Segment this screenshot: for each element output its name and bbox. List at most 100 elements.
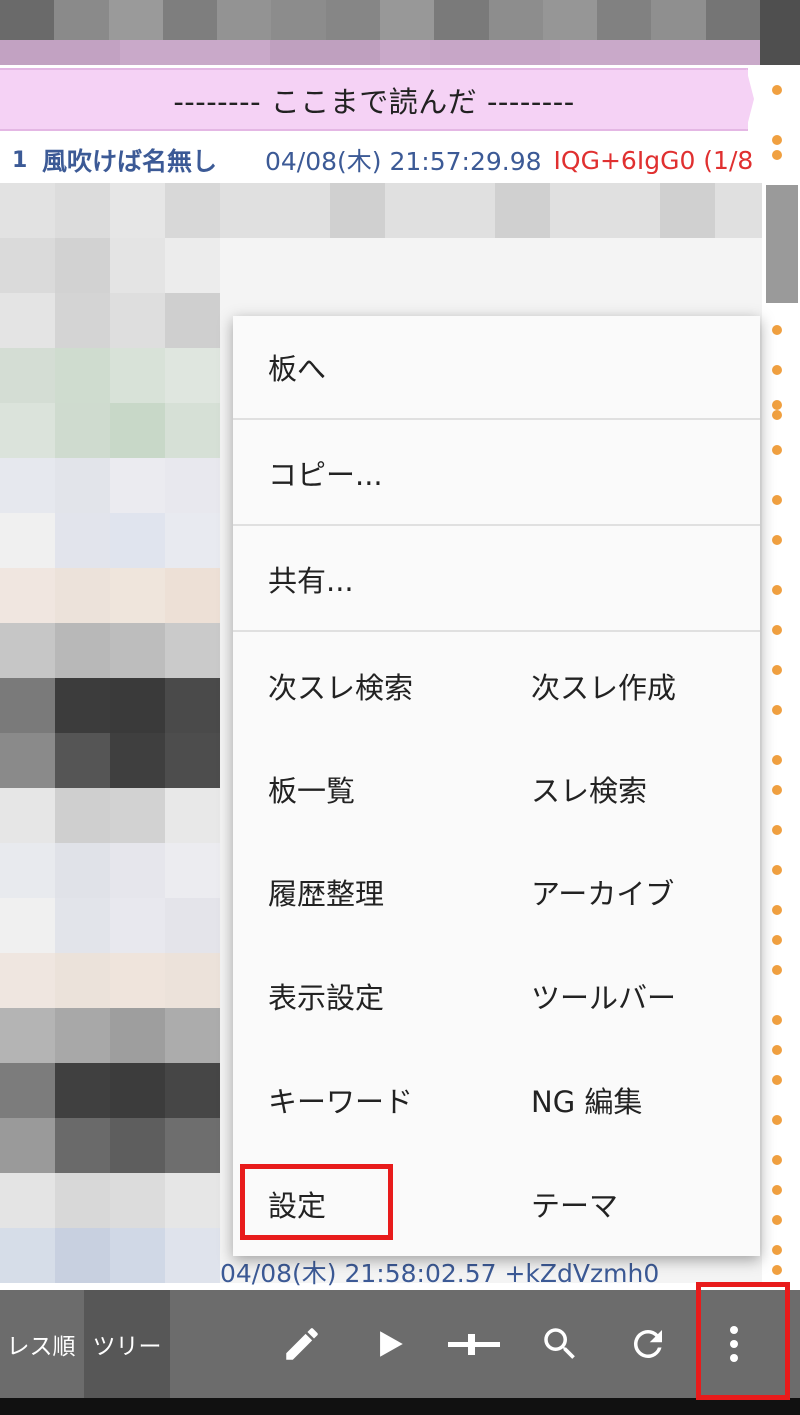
menu-item-display-settings[interactable]: 表示設定 <box>268 975 384 1017</box>
menu-item-thread-search[interactable]: スレ検索 <box>531 768 647 810</box>
rail-marker <box>772 85 782 95</box>
mosaic-cell <box>165 1173 220 1228</box>
rail-marker <box>772 905 782 915</box>
menu-item-archive[interactable]: アーカイブ <box>531 871 674 913</box>
rail-marker <box>772 445 782 455</box>
rail-marker <box>772 1115 782 1125</box>
menu-item-board-list[interactable]: 板一覧 <box>268 768 355 810</box>
rail-marker <box>772 785 782 795</box>
mosaic-cell <box>330 238 385 293</box>
mosaic-cell <box>0 293 55 348</box>
rail-marker <box>772 1045 782 1055</box>
mosaic-cell <box>165 678 220 733</box>
rail-marker <box>772 1015 782 1025</box>
mosaic-cell <box>55 1063 110 1118</box>
mosaic-cell <box>55 568 110 623</box>
post-author[interactable]: 風吹けば名無し <box>42 142 257 178</box>
mosaic-cell <box>0 568 55 623</box>
bottom-toolbar: レス順 ツリー <box>0 1290 800 1398</box>
next-post-header: 04/08(木) 21:58:02.57 +kZdVzmh0 <box>220 1252 760 1292</box>
rail-marker <box>772 1265 782 1275</box>
more-button-highlight-box <box>696 1282 790 1400</box>
menu-row-copy[interactable]: コピー... <box>233 422 760 526</box>
menu-item-ng-edit[interactable]: NG 編集 <box>531 1079 642 1121</box>
slider-icon[interactable] <box>444 1290 504 1398</box>
mosaic-cell <box>55 898 110 953</box>
mosaic-cell <box>275 238 330 293</box>
rail-marker <box>772 1155 782 1165</box>
menu-item-to-board[interactable]: 板へ <box>268 346 326 388</box>
menu-row-board[interactable]: 板へ <box>233 316 760 420</box>
mosaic-cell <box>110 568 165 623</box>
post-header[interactable]: 1 風吹けば名無し 04/08(木) 21:57:29.98 IQG+6IgG0… <box>0 137 755 183</box>
mosaic-cell <box>275 183 330 238</box>
rail-marker <box>772 865 782 875</box>
menu-item-next-thread-search[interactable]: 次スレ検索 <box>268 665 413 707</box>
mosaic-cell <box>55 1118 110 1173</box>
menu-row-board-list: 板一覧 スレ検索 <box>233 737 760 841</box>
menu-row-history: 履歴整理 アーカイブ <box>233 840 760 944</box>
mosaic-cell <box>0 623 55 678</box>
refresh-icon[interactable] <box>618 1290 678 1398</box>
mosaic-cell <box>165 623 220 678</box>
menu-row-keyword: キーワード NG 編集 <box>233 1048 760 1152</box>
menu-item-copy[interactable]: コピー... <box>268 452 383 494</box>
rail-marker <box>772 825 782 835</box>
rail-marker <box>772 755 782 765</box>
mosaic-cell <box>110 403 165 458</box>
rail-marker <box>772 135 782 145</box>
mosaic-cell <box>165 843 220 898</box>
rail-marker <box>772 535 782 545</box>
mosaic-cell <box>0 513 55 568</box>
search-icon[interactable] <box>530 1290 590 1398</box>
menu-item-toolbar[interactable]: ツールバー <box>531 975 676 1017</box>
mosaic-cell <box>220 238 275 293</box>
tab-tree[interactable]: ツリー <box>84 1290 170 1398</box>
blurred-title-bar <box>0 40 760 65</box>
mosaic-cell <box>440 238 495 293</box>
mosaic-cell <box>660 183 715 238</box>
menu-item-history-cleanup[interactable]: 履歴整理 <box>268 871 384 913</box>
mosaic-cell <box>165 348 220 403</box>
settings-highlight-box <box>240 1164 393 1240</box>
pencil-icon[interactable] <box>272 1290 332 1398</box>
mosaic-cell <box>55 238 110 293</box>
mosaic-cell <box>0 898 55 953</box>
mosaic-cell <box>385 183 440 238</box>
menu-item-next-thread-create[interactable]: 次スレ作成 <box>531 665 676 707</box>
mosaic-cell <box>220 183 275 238</box>
mosaic-cell <box>110 843 165 898</box>
mosaic-cell <box>55 1173 110 1228</box>
rail-marker <box>772 625 782 635</box>
mosaic-cell <box>110 1008 165 1063</box>
read-until-banner[interactable]: -------- ここまで読んだ -------- <box>0 68 748 131</box>
system-nav-strip <box>0 1398 800 1415</box>
post-id[interactable]: IQG+6IgG0 (1/8 <box>554 146 754 175</box>
mosaic-cell <box>165 238 220 293</box>
mosaic-cell <box>0 733 55 788</box>
menu-row-next-thread: 次スレ検索 次スレ作成 <box>233 634 760 738</box>
menu-item-keyword[interactable]: キーワード <box>268 1079 413 1121</box>
mosaic-cell <box>0 458 55 513</box>
mosaic-cell <box>110 1228 165 1283</box>
menu-item-theme[interactable]: テーマ <box>531 1183 618 1225</box>
menu-row-share[interactable]: 共有... <box>233 528 760 632</box>
mosaic-cell <box>495 238 550 293</box>
rail-marker <box>772 495 782 505</box>
tab-res-order[interactable]: レス順 <box>0 1290 82 1398</box>
mosaic-cell <box>110 788 165 843</box>
mosaic-cell <box>110 348 165 403</box>
mosaic-cell <box>0 843 55 898</box>
scroll-thumb[interactable] <box>766 185 798 303</box>
mosaic-cell <box>110 1063 165 1118</box>
post-number[interactable]: 1 <box>12 148 42 173</box>
mosaic-cell <box>165 1118 220 1173</box>
mosaic-cell <box>495 183 550 238</box>
mosaic-cell <box>165 1228 220 1283</box>
scroll-rail[interactable] <box>762 65 800 1290</box>
menu-item-share[interactable]: 共有... <box>268 558 354 600</box>
play-icon[interactable] <box>360 1290 420 1398</box>
mosaic-cell <box>0 348 55 403</box>
rail-marker <box>772 410 782 420</box>
mosaic-cell <box>165 293 220 348</box>
